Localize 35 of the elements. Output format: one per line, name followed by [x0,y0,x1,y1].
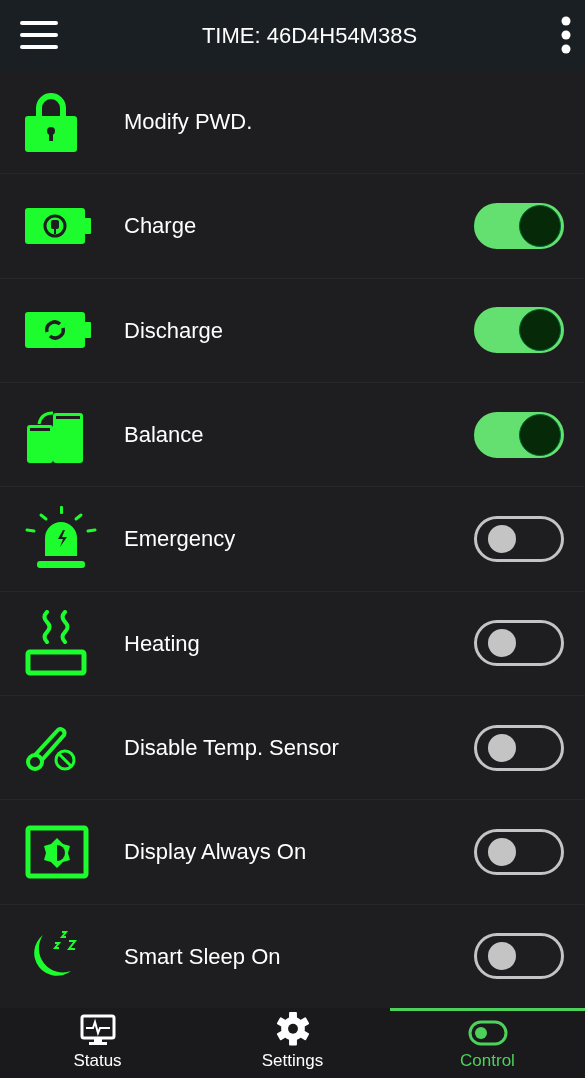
row-label[interactable]: Modify PWD. [124,105,564,139]
row-label: Smart Sleep On [124,942,282,971]
heater-icon [25,610,87,676]
row-label: Emergency [124,525,237,554]
timer-title: TIME: 46D4H54M38S [200,21,419,50]
toggle-switch[interactable] [474,515,564,562]
thermometer-disabled-icon [26,726,76,771]
toggle-switch[interactable] [474,411,564,458]
row-label: Disable Temp. Sensor [124,734,340,763]
moon-sleep-icon [34,931,77,977]
row-label: Charge [124,212,198,241]
toggle-switch[interactable] [474,828,564,875]
brightness-screen-icon [25,825,89,879]
nav-tab[interactable]: Control [390,1008,585,1078]
toggle-switch[interactable] [474,307,564,354]
more-options-icon[interactable] [561,16,571,54]
toggle-switch[interactable] [474,933,564,980]
toggle-switch[interactable] [474,620,564,667]
row-label: Heating [124,629,201,658]
battery-refresh-icon [25,312,91,349]
battery-plug-icon [25,208,91,244]
toggle-switch[interactable] [474,203,564,249]
alarm-light-icon [25,505,97,568]
lock-icon [25,92,77,152]
nav-tab[interactable]: Status [0,1008,195,1078]
row-label: Display Always On [124,838,308,867]
row-label: Balance [124,421,205,450]
monitor-pulse-icon [79,1013,116,1046]
menu-icon[interactable] [20,21,58,49]
toggle-icon [467,1019,508,1046]
batteries-icon [27,411,83,463]
row-label: Discharge [124,316,225,345]
nav-tab[interactable]: Settings [195,1008,390,1078]
gear-icon [274,1012,311,1046]
toggle-switch[interactable] [474,724,564,771]
